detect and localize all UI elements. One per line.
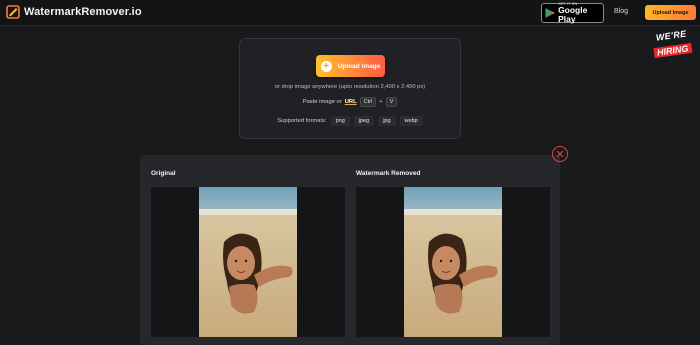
original-title: Original <box>151 170 176 177</box>
close-icon <box>556 150 564 158</box>
paste-row: Paste image or URL Ctrl + V <box>240 97 460 107</box>
google-play-badge[interactable]: GET IT ON Google Play <box>541 2 604 24</box>
upload-image-button[interactable]: + Upload Image <box>316 55 385 77</box>
drop-instructions: or drop image anywhere (upto resolution … <box>274 84 426 90</box>
plus-icon: + <box>320 60 332 72</box>
watermark-removed-title: Watermark Removed <box>356 170 421 177</box>
original-image-frame <box>151 187 345 337</box>
hiring-line1: WE'RE <box>655 28 687 43</box>
format-tag: png <box>330 116 350 126</box>
plus-sign: + <box>379 99 383 105</box>
result-image-frame <box>356 187 550 337</box>
v-key: V <box>385 97 398 107</box>
brand-name: WatermarkRemover.io <box>24 6 142 18</box>
play-store-icon <box>545 7 555 19</box>
paste-text: Paste image or <box>302 99 342 105</box>
result-photo <box>404 187 502 337</box>
upload-button-label: Upload Image <box>337 62 381 70</box>
hiring-line2: HIRING <box>653 42 692 59</box>
logo-icon <box>6 5 20 19</box>
original-photo <box>199 187 297 337</box>
close-button[interactable] <box>552 146 568 162</box>
result-panel: Original Watermark Removed <box>140 155 560 345</box>
format-tag: jpg <box>378 116 396 126</box>
header-upload-button[interactable]: Upload Image <box>645 5 696 20</box>
top-header: WatermarkRemover.io GET IT ON Google Pla… <box>0 0 700 26</box>
brand-logo[interactable]: WatermarkRemover.io <box>6 5 142 19</box>
format-tag: jpeg <box>353 116 375 126</box>
formats-label: Supported formats: <box>277 118 327 124</box>
google-play-big-text: Google Play <box>558 5 588 24</box>
ctrl-key: Ctrl <box>359 97 377 107</box>
upload-card[interactable]: + Upload Image or drop image anywhere (u… <box>239 38 461 139</box>
supported-formats: Supported formats: png jpeg jpg webp <box>240 116 460 126</box>
url-link[interactable]: URL <box>345 99 357 105</box>
format-tag: webp <box>399 116 423 126</box>
hiring-badge[interactable]: WE'RE HIRING <box>651 27 700 61</box>
blog-link[interactable]: Blog <box>614 8 628 15</box>
